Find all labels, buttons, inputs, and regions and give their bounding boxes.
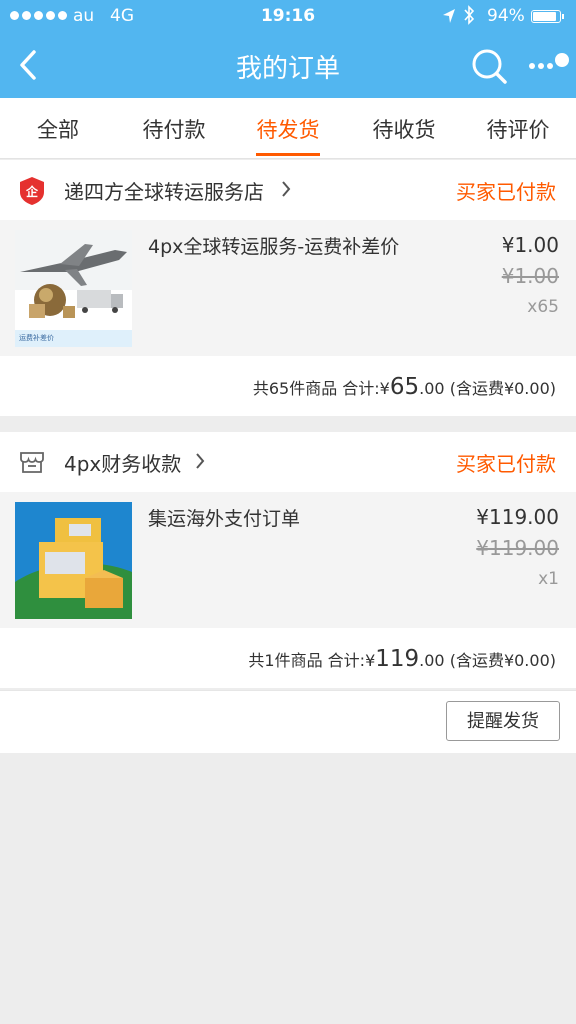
product-thumbnail[interactable]: 运费补差价: [15, 230, 132, 347]
shop-name[interactable]: 递四方全球转运服务店: [64, 176, 264, 205]
order-total: 共65件商品 合计:¥65.00 (含运费¥0.00): [252, 374, 556, 400]
active-tab-indicator: [256, 153, 320, 156]
order-total: 共1件商品 合计:¥119.00 (含运费¥0.00): [248, 646, 556, 672]
section-divider: [0, 418, 576, 432]
store-icon: [20, 452, 44, 473]
tab-pending-payment[interactable]: 待付款: [126, 114, 222, 144]
location-icon: [443, 9, 455, 23]
product-price: ¥1.00: [501, 233, 559, 257]
thumbnail-caption: 运费补差价: [19, 334, 54, 342]
chevron-right-icon: [282, 181, 291, 197]
chevron-right-icon: [196, 453, 205, 469]
shop-header[interactable]: 企 递四方全球转运服务店 买家已付款: [0, 160, 576, 220]
product-thumbnail[interactable]: [15, 502, 132, 619]
shop-name[interactable]: 4px财务收款: [64, 448, 181, 477]
product-quantity: x1: [538, 569, 559, 589]
tab-all[interactable]: 全部: [10, 114, 106, 144]
tab-pending-review[interactable]: 待评价: [470, 114, 566, 144]
product-row[interactable]: 集运海外支付订单 ¥119.00 ¥119.00 x1: [0, 492, 576, 628]
bluetooth-icon: [464, 5, 475, 25]
search-icon[interactable]: [470, 47, 508, 85]
product-price: ¥119.00: [476, 505, 559, 529]
top-bar: au 4G 19:16 94% 我的订单: [0, 0, 576, 98]
order-tabs: 全部 待付款 待发货 待收货 待评价: [0, 98, 576, 159]
shop-header[interactable]: 4px财务收款 买家已付款: [0, 432, 576, 492]
status-bar: au 4G 19:16 94%: [0, 0, 576, 32]
tab-pending-shipment[interactable]: 待发货: [240, 114, 336, 144]
product-row[interactable]: 运费补差价 4px全球转运服务-运费补差价 ¥1.00 ¥1.00 x65: [0, 220, 576, 356]
more-menu-icon[interactable]: [526, 52, 572, 78]
remind-shipment-button[interactable]: 提醒发货: [446, 701, 560, 741]
battery-percent: 94%: [487, 6, 525, 26]
battery-icon: [531, 10, 564, 23]
original-price: ¥1.00: [501, 264, 559, 288]
order-status: 买家已付款: [456, 180, 556, 204]
order-actions: 提醒发货: [0, 690, 576, 753]
order-summary: 共1件商品 合计:¥119.00 (含运费¥0.00): [0, 628, 576, 688]
product-quantity: x65: [527, 297, 559, 317]
tmall-shop-icon: 企: [20, 177, 44, 205]
original-price: ¥119.00: [476, 536, 559, 560]
product-name[interactable]: 4px全球转运服务-运费补差价: [148, 232, 399, 259]
product-name[interactable]: 集运海外支付订单: [148, 504, 300, 531]
order-summary: 共65件商品 合计:¥65.00 (含运费¥0.00): [0, 356, 576, 416]
tab-pending-receipt[interactable]: 待收货: [356, 114, 452, 144]
order-status: 买家已付款: [456, 452, 556, 476]
svg-text:企: 企: [25, 184, 39, 199]
